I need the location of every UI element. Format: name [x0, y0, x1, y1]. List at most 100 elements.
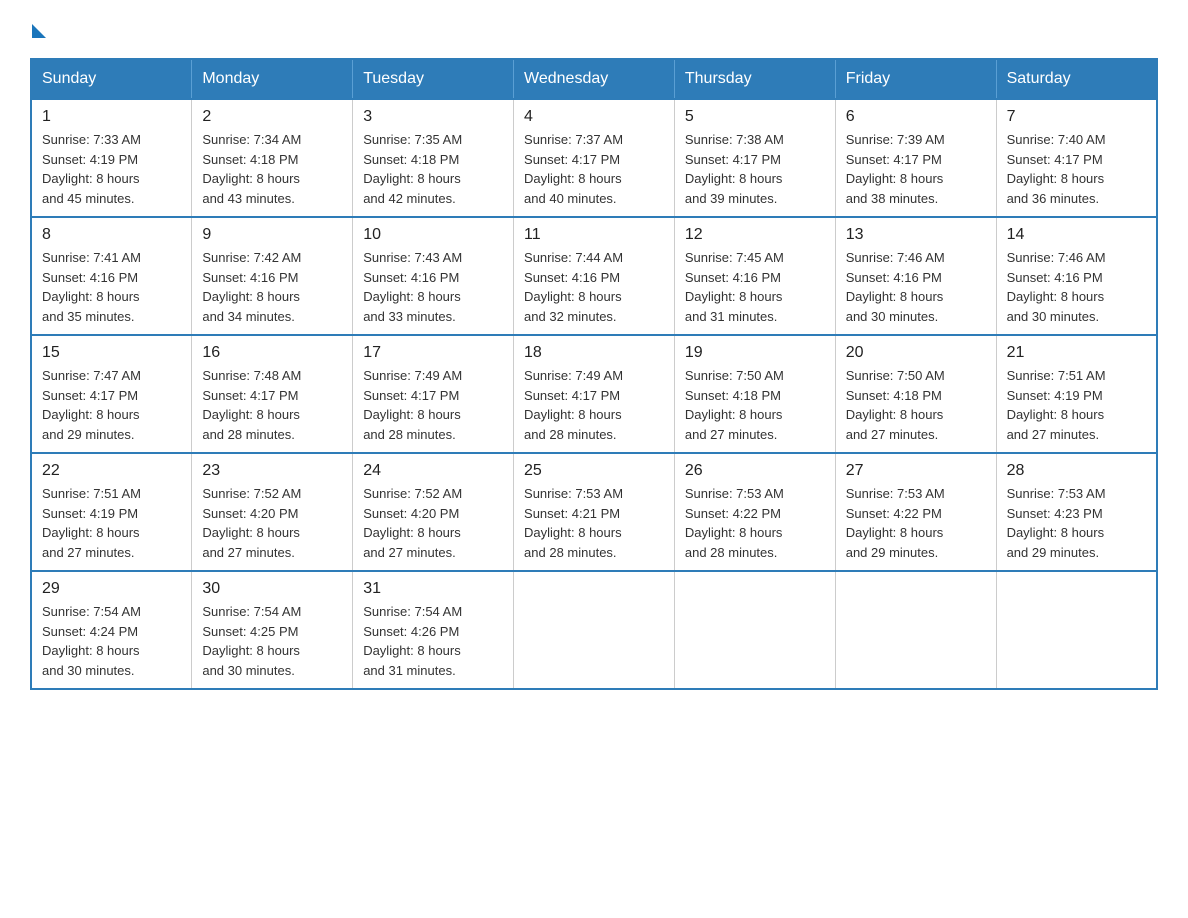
day-info: Sunrise: 7:49 AMSunset: 4:17 PMDaylight:… — [524, 366, 664, 444]
header-monday: Monday — [192, 59, 353, 99]
day-info: Sunrise: 7:43 AMSunset: 4:16 PMDaylight:… — [363, 248, 503, 326]
day-number: 14 — [1007, 226, 1146, 244]
day-info: Sunrise: 7:39 AMSunset: 4:17 PMDaylight:… — [846, 130, 986, 208]
day-info: Sunrise: 7:53 AMSunset: 4:23 PMDaylight:… — [1007, 484, 1146, 562]
day-number: 31 — [363, 580, 503, 598]
calendar-cell: 5 Sunrise: 7:38 AMSunset: 4:17 PMDayligh… — [674, 99, 835, 217]
day-info: Sunrise: 7:41 AMSunset: 4:16 PMDaylight:… — [42, 248, 181, 326]
calendar-cell: 20 Sunrise: 7:50 AMSunset: 4:18 PMDaylig… — [835, 335, 996, 453]
day-number: 24 — [363, 462, 503, 480]
day-number: 22 — [42, 462, 181, 480]
day-info: Sunrise: 7:53 AMSunset: 4:22 PMDaylight:… — [846, 484, 986, 562]
day-info: Sunrise: 7:52 AMSunset: 4:20 PMDaylight:… — [363, 484, 503, 562]
header-friday: Friday — [835, 59, 996, 99]
day-info: Sunrise: 7:53 AMSunset: 4:21 PMDaylight:… — [524, 484, 664, 562]
calendar-cell: 4 Sunrise: 7:37 AMSunset: 4:17 PMDayligh… — [514, 99, 675, 217]
day-info: Sunrise: 7:54 AMSunset: 4:25 PMDaylight:… — [202, 602, 342, 680]
calendar-cell: 16 Sunrise: 7:48 AMSunset: 4:17 PMDaylig… — [192, 335, 353, 453]
calendar-cell: 24 Sunrise: 7:52 AMSunset: 4:20 PMDaylig… — [353, 453, 514, 571]
day-number: 27 — [846, 462, 986, 480]
calendar-table: SundayMondayTuesdayWednesdayThursdayFrid… — [30, 58, 1158, 690]
calendar-cell: 6 Sunrise: 7:39 AMSunset: 4:17 PMDayligh… — [835, 99, 996, 217]
calendar-cell: 27 Sunrise: 7:53 AMSunset: 4:22 PMDaylig… — [835, 453, 996, 571]
calendar-week-row: 1 Sunrise: 7:33 AMSunset: 4:19 PMDayligh… — [31, 99, 1157, 217]
calendar-cell: 30 Sunrise: 7:54 AMSunset: 4:25 PMDaylig… — [192, 571, 353, 689]
day-info: Sunrise: 7:42 AMSunset: 4:16 PMDaylight:… — [202, 248, 342, 326]
day-info: Sunrise: 7:33 AMSunset: 4:19 PMDaylight:… — [42, 130, 181, 208]
day-info: Sunrise: 7:46 AMSunset: 4:16 PMDaylight:… — [846, 248, 986, 326]
day-info: Sunrise: 7:51 AMSunset: 4:19 PMDaylight:… — [42, 484, 181, 562]
day-number: 19 — [685, 344, 825, 362]
day-info: Sunrise: 7:45 AMSunset: 4:16 PMDaylight:… — [685, 248, 825, 326]
day-number: 9 — [202, 226, 342, 244]
calendar-cell: 31 Sunrise: 7:54 AMSunset: 4:26 PMDaylig… — [353, 571, 514, 689]
day-info: Sunrise: 7:35 AMSunset: 4:18 PMDaylight:… — [363, 130, 503, 208]
day-number: 1 — [42, 108, 181, 126]
calendar-week-row: 29 Sunrise: 7:54 AMSunset: 4:24 PMDaylig… — [31, 571, 1157, 689]
day-number: 2 — [202, 108, 342, 126]
calendar-cell: 7 Sunrise: 7:40 AMSunset: 4:17 PMDayligh… — [996, 99, 1157, 217]
calendar-cell: 25 Sunrise: 7:53 AMSunset: 4:21 PMDaylig… — [514, 453, 675, 571]
calendar-cell: 3 Sunrise: 7:35 AMSunset: 4:18 PMDayligh… — [353, 99, 514, 217]
header-wednesday: Wednesday — [514, 59, 675, 99]
day-info: Sunrise: 7:49 AMSunset: 4:17 PMDaylight:… — [363, 366, 503, 444]
day-number: 3 — [363, 108, 503, 126]
calendar-cell: 2 Sunrise: 7:34 AMSunset: 4:18 PMDayligh… — [192, 99, 353, 217]
day-number: 7 — [1007, 108, 1146, 126]
day-info: Sunrise: 7:54 AMSunset: 4:24 PMDaylight:… — [42, 602, 181, 680]
calendar-cell — [514, 571, 675, 689]
day-number: 8 — [42, 226, 181, 244]
day-info: Sunrise: 7:34 AMSunset: 4:18 PMDaylight:… — [202, 130, 342, 208]
day-number: 28 — [1007, 462, 1146, 480]
day-number: 5 — [685, 108, 825, 126]
calendar-cell: 13 Sunrise: 7:46 AMSunset: 4:16 PMDaylig… — [835, 217, 996, 335]
calendar-cell: 9 Sunrise: 7:42 AMSunset: 4:16 PMDayligh… — [192, 217, 353, 335]
logo-top — [30, 20, 46, 38]
day-number: 4 — [524, 108, 664, 126]
day-number: 12 — [685, 226, 825, 244]
calendar-header-row: SundayMondayTuesdayWednesdayThursdayFrid… — [31, 59, 1157, 99]
calendar-cell: 17 Sunrise: 7:49 AMSunset: 4:17 PMDaylig… — [353, 335, 514, 453]
day-number: 20 — [846, 344, 986, 362]
day-info: Sunrise: 7:52 AMSunset: 4:20 PMDaylight:… — [202, 484, 342, 562]
day-info: Sunrise: 7:40 AMSunset: 4:17 PMDaylight:… — [1007, 130, 1146, 208]
day-number: 13 — [846, 226, 986, 244]
day-number: 30 — [202, 580, 342, 598]
calendar-week-row: 8 Sunrise: 7:41 AMSunset: 4:16 PMDayligh… — [31, 217, 1157, 335]
calendar-cell: 21 Sunrise: 7:51 AMSunset: 4:19 PMDaylig… — [996, 335, 1157, 453]
calendar-week-row: 22 Sunrise: 7:51 AMSunset: 4:19 PMDaylig… — [31, 453, 1157, 571]
page-header — [30, 20, 1158, 38]
header-tuesday: Tuesday — [353, 59, 514, 99]
day-number: 23 — [202, 462, 342, 480]
calendar-cell: 23 Sunrise: 7:52 AMSunset: 4:20 PMDaylig… — [192, 453, 353, 571]
day-info: Sunrise: 7:54 AMSunset: 4:26 PMDaylight:… — [363, 602, 503, 680]
logo — [30, 20, 46, 38]
calendar-cell: 10 Sunrise: 7:43 AMSunset: 4:16 PMDaylig… — [353, 217, 514, 335]
calendar-cell: 22 Sunrise: 7:51 AMSunset: 4:19 PMDaylig… — [31, 453, 192, 571]
day-number: 25 — [524, 462, 664, 480]
day-info: Sunrise: 7:50 AMSunset: 4:18 PMDaylight:… — [685, 366, 825, 444]
header-thursday: Thursday — [674, 59, 835, 99]
day-number: 16 — [202, 344, 342, 362]
day-info: Sunrise: 7:44 AMSunset: 4:16 PMDaylight:… — [524, 248, 664, 326]
day-info: Sunrise: 7:47 AMSunset: 4:17 PMDaylight:… — [42, 366, 181, 444]
day-number: 15 — [42, 344, 181, 362]
calendar-cell: 29 Sunrise: 7:54 AMSunset: 4:24 PMDaylig… — [31, 571, 192, 689]
calendar-cell: 8 Sunrise: 7:41 AMSunset: 4:16 PMDayligh… — [31, 217, 192, 335]
calendar-cell — [674, 571, 835, 689]
day-number: 11 — [524, 226, 664, 244]
calendar-cell: 11 Sunrise: 7:44 AMSunset: 4:16 PMDaylig… — [514, 217, 675, 335]
day-number: 21 — [1007, 344, 1146, 362]
calendar-cell: 1 Sunrise: 7:33 AMSunset: 4:19 PMDayligh… — [31, 99, 192, 217]
header-sunday: Sunday — [31, 59, 192, 99]
calendar-cell: 19 Sunrise: 7:50 AMSunset: 4:18 PMDaylig… — [674, 335, 835, 453]
day-info: Sunrise: 7:38 AMSunset: 4:17 PMDaylight:… — [685, 130, 825, 208]
day-info: Sunrise: 7:37 AMSunset: 4:17 PMDaylight:… — [524, 130, 664, 208]
day-number: 6 — [846, 108, 986, 126]
calendar-cell: 28 Sunrise: 7:53 AMSunset: 4:23 PMDaylig… — [996, 453, 1157, 571]
calendar-cell: 18 Sunrise: 7:49 AMSunset: 4:17 PMDaylig… — [514, 335, 675, 453]
day-info: Sunrise: 7:50 AMSunset: 4:18 PMDaylight:… — [846, 366, 986, 444]
day-info: Sunrise: 7:46 AMSunset: 4:16 PMDaylight:… — [1007, 248, 1146, 326]
calendar-cell: 12 Sunrise: 7:45 AMSunset: 4:16 PMDaylig… — [674, 217, 835, 335]
day-info: Sunrise: 7:53 AMSunset: 4:22 PMDaylight:… — [685, 484, 825, 562]
